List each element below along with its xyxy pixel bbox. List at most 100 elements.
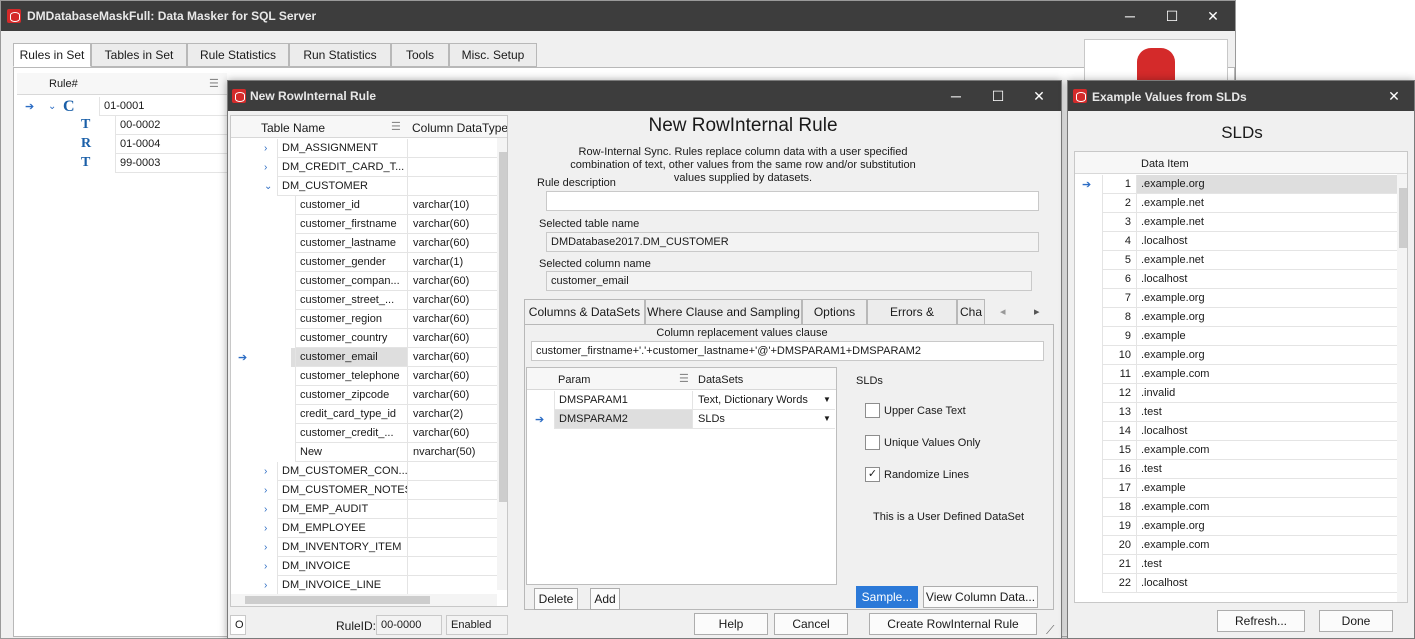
selected-column-field[interactable]: customer_email xyxy=(546,271,1032,291)
rule-id[interactable]: 99-0003 xyxy=(115,154,227,173)
column-row[interactable]: customer_firstname xyxy=(295,215,407,234)
status-field[interactable]: Enabled xyxy=(446,615,508,635)
tab-scroll-right-icon[interactable]: ▸ xyxy=(1034,305,1040,318)
table-row[interactable]: DM_CREDIT_CARD_T... xyxy=(277,158,407,177)
expand-chevron-icon[interactable]: › xyxy=(264,466,267,477)
expand-chevron-icon[interactable]: › xyxy=(264,561,267,572)
data-item-cell[interactable]: .example.com xyxy=(1136,498,1397,517)
tab-scroll-left-icon[interactable]: ◂ xyxy=(1000,305,1006,318)
data-item-cell[interactable]: .example.org xyxy=(1136,289,1397,308)
table-row[interactable]: DM_INVENTORY_ITEM xyxy=(277,538,407,557)
table-row[interactable]: DM_CUSTOMER_CON... xyxy=(277,462,407,481)
rule-id[interactable]: 00-0002 xyxy=(115,116,227,135)
expand-chevron-icon[interactable]: ⌄ xyxy=(48,101,56,112)
table-row[interactable]: DM_EMPLOYEE xyxy=(277,519,407,538)
main-titlebar[interactable]: DMDatabaseMaskFull: Data Masker for SQL … xyxy=(1,1,1235,31)
tab-tables-in-set[interactable]: Tables in Set xyxy=(91,43,187,67)
collapse-chevron-icon[interactable]: ⌄ xyxy=(264,181,272,192)
expand-chevron-icon[interactable]: › xyxy=(264,504,267,515)
data-item-cell[interactable]: .example.net xyxy=(1136,251,1397,270)
table-row[interactable]: DM_INVOICE xyxy=(277,557,407,576)
add-button[interactable]: Add xyxy=(590,588,620,610)
help-button[interactable]: Help xyxy=(694,613,768,635)
param-cell[interactable]: DMSPARAM1 xyxy=(554,391,692,410)
expand-chevron-icon[interactable]: › xyxy=(264,485,267,496)
column-row[interactable]: customer_compan... xyxy=(295,272,407,291)
column-row[interactable]: customer_id xyxy=(295,196,407,215)
dialog-titlebar[interactable]: New RowInternal Rule ─ ☐ ✕ xyxy=(228,81,1061,111)
data-item-cell[interactable]: .test xyxy=(1136,460,1397,479)
column-row[interactable]: customer_street_... xyxy=(295,291,407,310)
dataset-select[interactable]: Text, Dictionary Words xyxy=(692,391,835,410)
dataset-select[interactable]: SLDs xyxy=(692,410,835,429)
column-row[interactable]: credit_card_type_id xyxy=(295,405,407,424)
rule-description-input[interactable] xyxy=(546,191,1039,211)
tab-tools[interactable]: Tools xyxy=(391,43,449,67)
table-row[interactable]: DM_INVOICE_LINE xyxy=(277,576,407,595)
rule-id[interactable]: 01-0001 xyxy=(99,97,227,116)
inner-tab-4[interactable]: Cha xyxy=(957,299,985,325)
inner-tab-1[interactable]: Where Clause and Sampling xyxy=(645,299,802,325)
data-item-cell[interactable]: .example xyxy=(1136,479,1397,498)
examples-titlebar[interactable]: Example Values from SLDs ✕ xyxy=(1068,81,1414,111)
inner-tab-2[interactable]: Options xyxy=(802,299,867,325)
inner-tab-0[interactable]: Columns & DataSets xyxy=(524,299,645,325)
tab-rule-statistics[interactable]: Rule Statistics xyxy=(187,43,289,67)
column-row[interactable]: customer_gender xyxy=(295,253,407,272)
data-item-cell[interactable]: .example.com xyxy=(1136,536,1397,555)
column-row[interactable]: New xyxy=(295,443,407,462)
expand-chevron-icon[interactable]: › xyxy=(264,542,267,553)
delete-button[interactable]: Delete xyxy=(534,588,578,610)
expand-chevron-icon[interactable]: › xyxy=(264,523,267,534)
o-field[interactable]: O xyxy=(230,615,246,635)
data-item-cell[interactable]: .example.com xyxy=(1136,441,1397,460)
column-row[interactable]: customer_region xyxy=(295,310,407,329)
data-item-cell[interactable]: .localhost xyxy=(1136,270,1397,289)
refresh-button[interactable]: Refresh... xyxy=(1217,610,1305,632)
create-rule-button[interactable]: Create RowInternal Rule xyxy=(869,613,1037,635)
minimize-icon[interactable]: ─ xyxy=(1110,1,1150,31)
inner-tab-3[interactable]: Errors & Options xyxy=(867,299,957,325)
expand-chevron-icon[interactable]: › xyxy=(264,143,267,154)
data-item-cell[interactable]: .example.org xyxy=(1136,308,1397,327)
scrollbar-thumb[interactable] xyxy=(499,152,507,502)
column-row[interactable]: customer_lastname xyxy=(295,234,407,253)
scrollbar-thumb[interactable] xyxy=(1399,188,1407,248)
data-item-cell[interactable]: .test xyxy=(1136,555,1397,574)
close-icon[interactable]: ✕ xyxy=(1193,1,1233,31)
column-row[interactable]: customer_zipcode xyxy=(295,386,407,405)
scrollbar-thumb[interactable] xyxy=(245,596,430,604)
param-cell[interactable]: DMSPARAM2 xyxy=(554,410,692,429)
data-item-cell[interactable]: .test xyxy=(1136,403,1397,422)
tab-misc-setup[interactable]: Misc. Setup xyxy=(449,43,537,67)
sample-button[interactable]: Sample... xyxy=(856,586,918,608)
column-menu-icon[interactable]: ☰ xyxy=(209,77,219,90)
ruleid-field[interactable]: 00-0000 xyxy=(376,615,442,635)
view-column-data-button[interactable]: View Column Data... xyxy=(923,586,1038,608)
table-row[interactable]: DM_EMP_AUDIT xyxy=(277,500,407,519)
data-item-cell[interactable]: .example.org xyxy=(1136,517,1397,536)
rule-id[interactable]: 01-0004 xyxy=(115,135,227,154)
minimize-icon[interactable]: ─ xyxy=(936,81,976,111)
dropdown-arrow-icon[interactable]: ▼ xyxy=(823,395,831,404)
randomize-lines-checkbox[interactable]: ✓ xyxy=(865,467,880,482)
selected-table-field[interactable]: DMDatabase2017.DM_CUSTOMER xyxy=(546,232,1039,252)
data-item-cell[interactable]: .example.org xyxy=(1136,175,1397,194)
column-row[interactable]: customer_email xyxy=(295,348,407,367)
done-button[interactable]: Done xyxy=(1319,610,1393,632)
data-item-cell[interactable]: .example.org xyxy=(1136,346,1397,365)
data-item-cell[interactable]: .localhost xyxy=(1136,232,1397,251)
horizontal-scrollbar[interactable] xyxy=(231,594,497,606)
vertical-scrollbar[interactable] xyxy=(1397,174,1407,602)
unique-values-only-checkbox[interactable] xyxy=(865,435,880,450)
column-menu-icon[interactable]: ☰ xyxy=(391,120,401,133)
maximize-icon[interactable]: ☐ xyxy=(978,81,1018,111)
column-menu-icon[interactable]: ☰ xyxy=(679,372,689,385)
data-item-cell[interactable]: .example xyxy=(1136,327,1397,346)
tab-rules-in-set[interactable]: Rules in Set xyxy=(13,43,91,67)
table-row[interactable]: DM_CUSTOMER_NOTES xyxy=(277,481,407,500)
table-row[interactable]: DM_CUSTOMER xyxy=(277,177,407,196)
upper-case-text-checkbox[interactable] xyxy=(865,403,880,418)
data-item-cell[interactable]: .example.net xyxy=(1136,194,1397,213)
expand-chevron-icon[interactable]: › xyxy=(264,580,267,591)
